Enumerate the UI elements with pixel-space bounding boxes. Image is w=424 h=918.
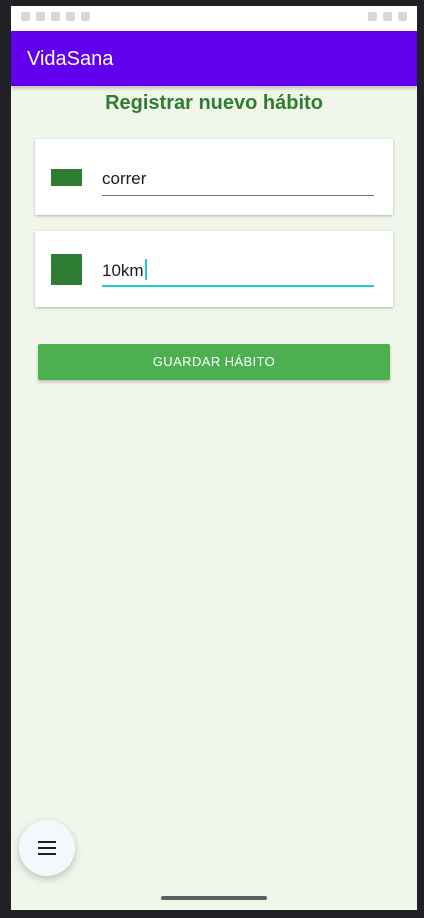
habit-name-card: correr xyxy=(35,139,393,215)
green-swatch-icon xyxy=(51,254,82,285)
save-habit-button[interactable]: GUARDAR HÁBITO xyxy=(38,344,390,380)
notification-icon xyxy=(51,12,60,21)
habit-detail-card: 10km xyxy=(35,231,393,307)
status-notification-icons xyxy=(21,12,90,21)
status-system-icons xyxy=(368,12,407,21)
notification-icon xyxy=(81,12,90,21)
text-caret xyxy=(144,259,147,280)
menu-icon xyxy=(38,841,56,855)
notification-icon xyxy=(66,12,75,21)
signal-icon xyxy=(383,12,392,21)
green-swatch-icon xyxy=(51,169,82,186)
notification-icon xyxy=(36,12,45,21)
habit-name-value: correr xyxy=(102,169,147,188)
habit-detail-value: 10km xyxy=(102,259,147,281)
battery-icon xyxy=(398,12,407,21)
app-screen: VidaSana Registrar nuevo hábito correr 1… xyxy=(11,6,417,910)
app-title: VidaSana xyxy=(27,48,114,70)
habit-detail-text: 10km xyxy=(102,261,144,280)
status-bar xyxy=(11,6,417,31)
page-title: Registrar nuevo hábito xyxy=(105,92,323,114)
notification-icon xyxy=(21,12,30,21)
device-frame: VidaSana Registrar nuevo hábito correr 1… xyxy=(0,0,424,918)
habit-detail-input[interactable]: 10km xyxy=(102,255,374,287)
app-bar: VidaSana xyxy=(11,31,417,86)
menu-fab-button[interactable] xyxy=(19,820,75,876)
wifi-icon xyxy=(368,12,377,21)
gesture-nav-handle[interactable] xyxy=(161,896,267,900)
habit-name-input[interactable]: correr xyxy=(102,165,374,196)
